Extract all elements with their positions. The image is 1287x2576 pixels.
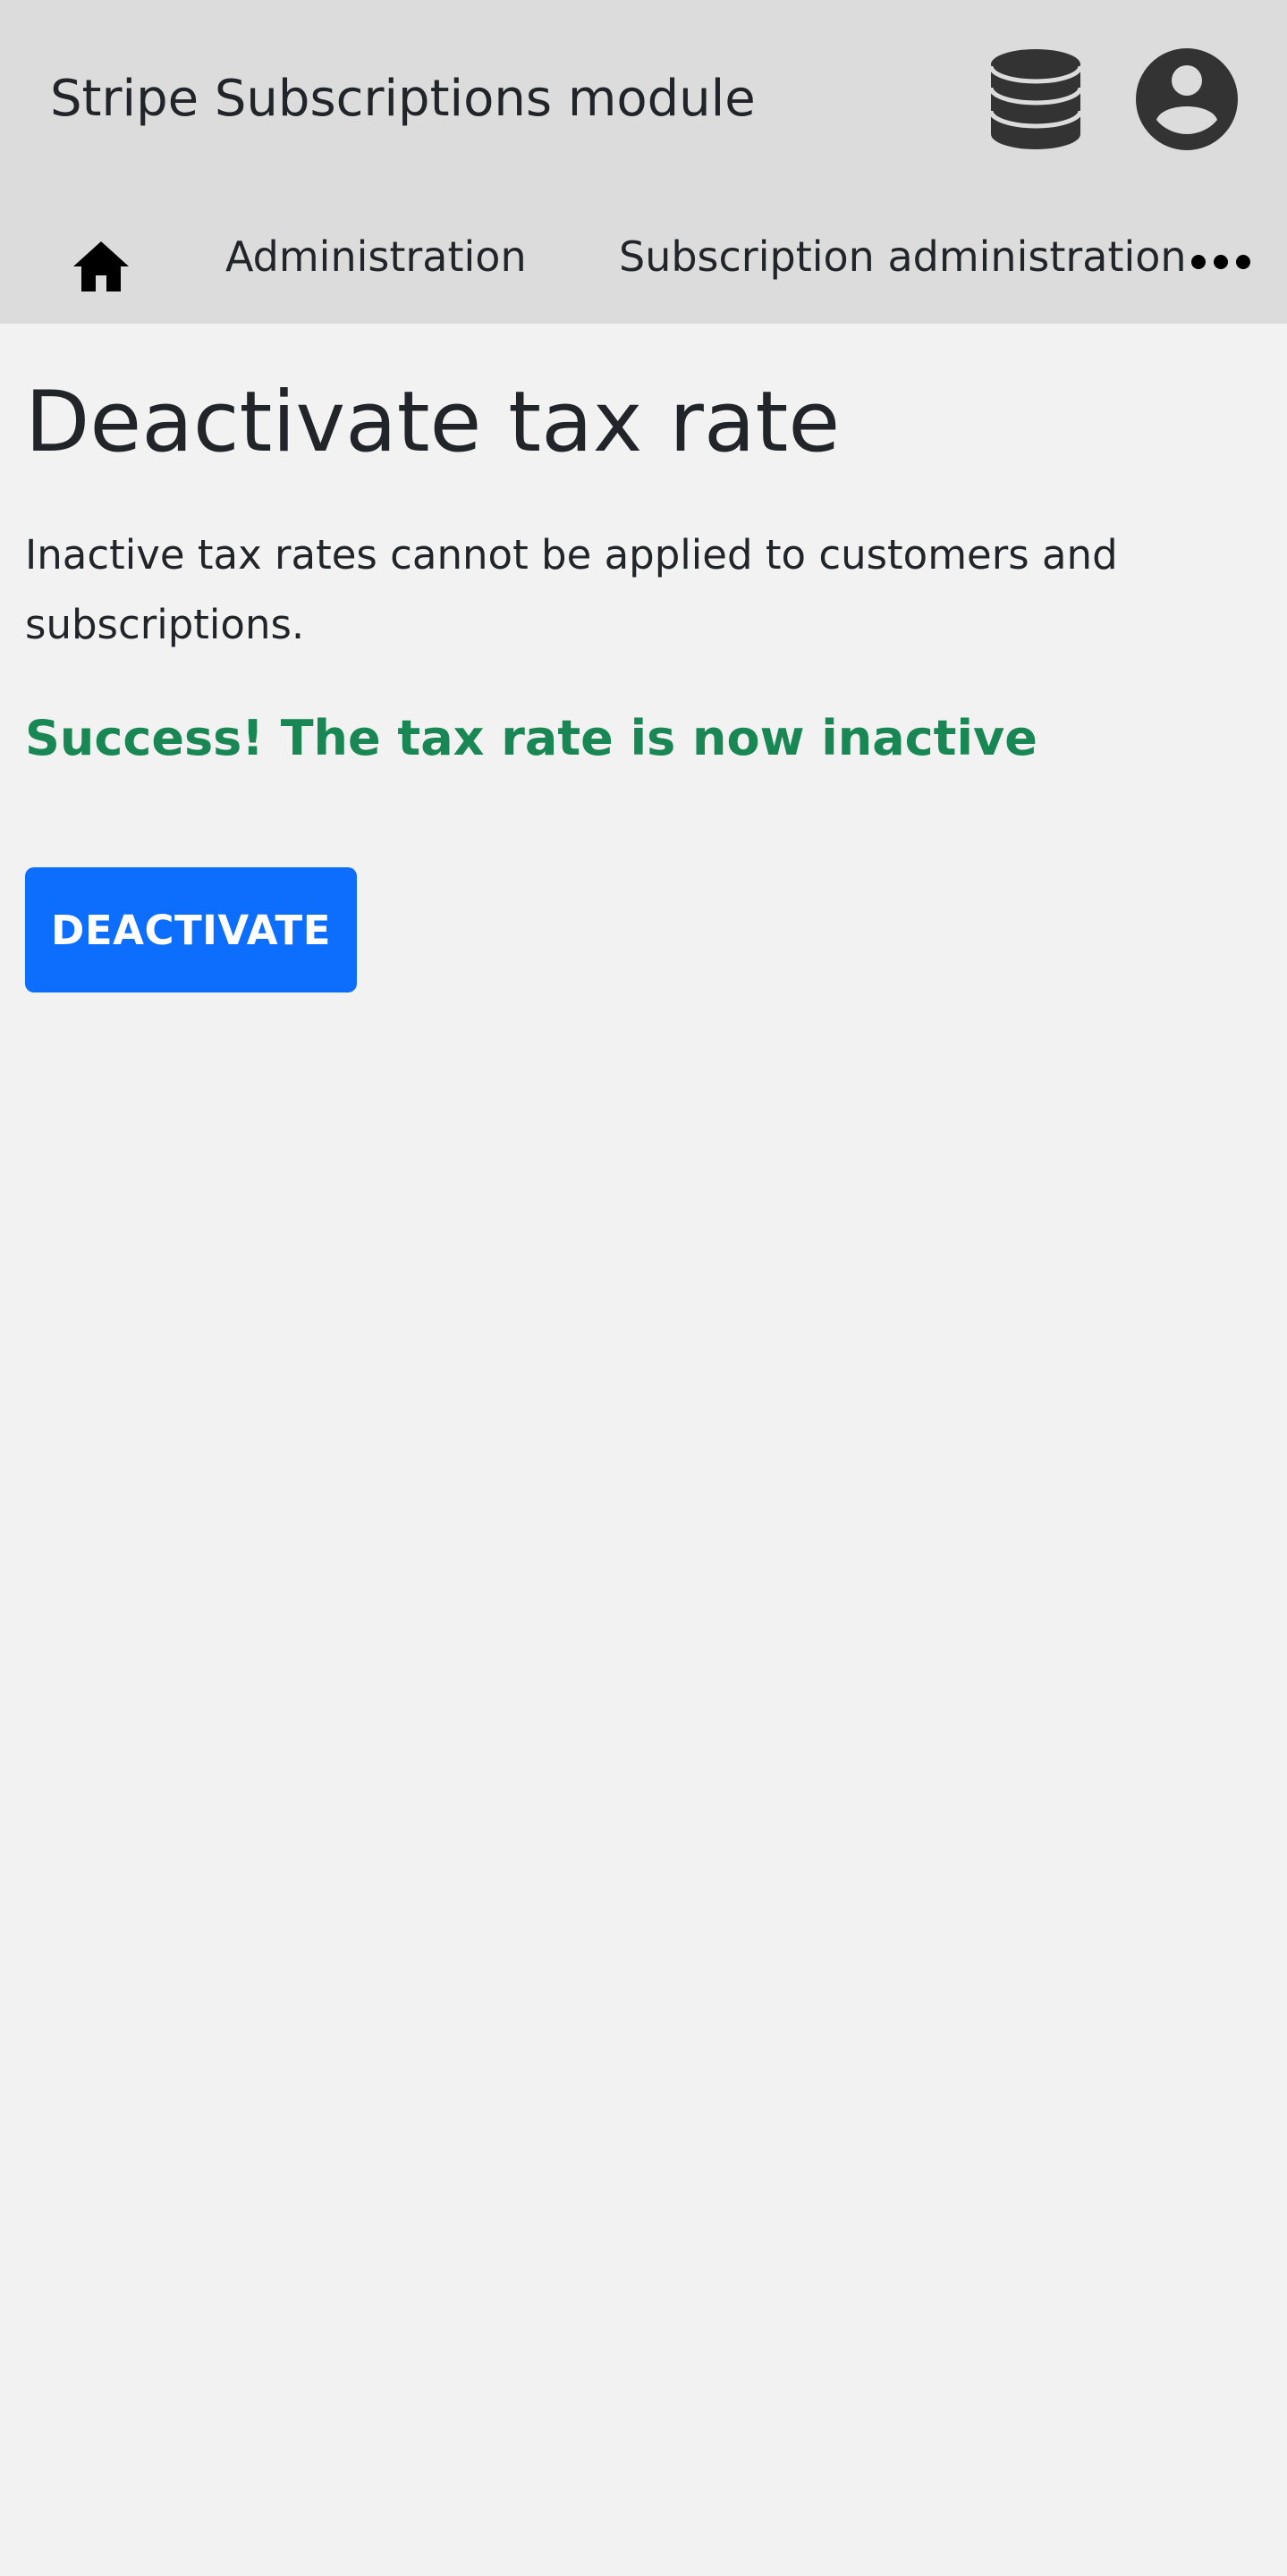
ellipsis-icon[interactable] — [1190, 249, 1252, 275]
success-message: Success! The tax rate is now inactive — [25, 710, 1037, 766]
page-title: Deactivate tax rate — [25, 374, 841, 471]
breadcrumb-nav: Administration Subscription administrati… — [0, 195, 1287, 324]
nav-item-subscription-administration[interactable]: Subscription administration — [619, 225, 1187, 288]
home-icon[interactable] — [70, 236, 132, 299]
user-circle-icon[interactable] — [1134, 46, 1240, 152]
nav-item-administration[interactable]: Administration — [225, 225, 527, 288]
deactivate-button[interactable]: DEACTIVATE — [25, 867, 357, 992]
database-icon[interactable] — [986, 46, 1085, 154]
page-description: Inactive tax rates cannot be applied to … — [25, 531, 1118, 648]
top-header: Stripe Subscriptions module — [0, 0, 1287, 197]
app-title: Stripe Subscriptions module — [50, 70, 756, 128]
